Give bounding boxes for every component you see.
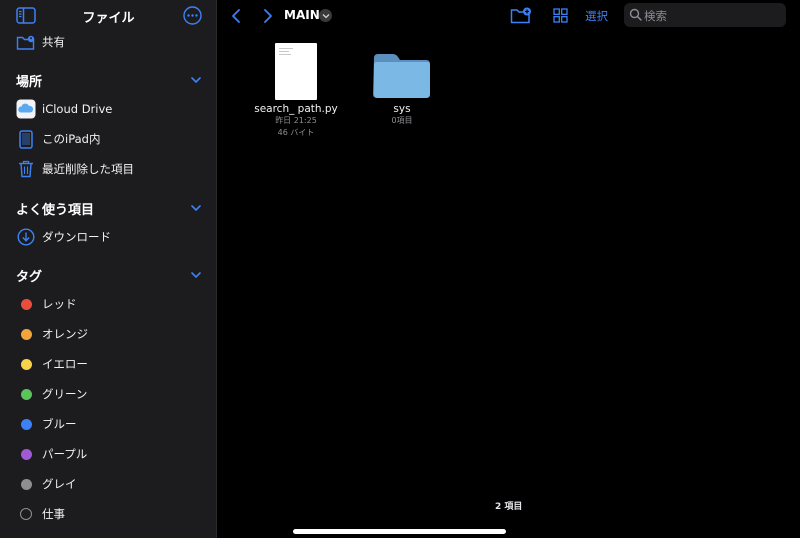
sidebar-item-label: 最近削除した項目 bbox=[42, 162, 134, 176]
back-chevron-icon[interactable] bbox=[230, 8, 242, 24]
sidebar-tag-gray[interactable]: グレイ bbox=[0, 471, 217, 497]
sidebar-item-downloads[interactable]: ダウンロード bbox=[0, 224, 217, 250]
sidebar-item-label: ダウンロード bbox=[42, 230, 111, 244]
sidebar-item-recently-deleted[interactable]: 最近削除した項目 bbox=[0, 156, 217, 182]
breadcrumb-title[interactable]: MAIN bbox=[284, 8, 320, 22]
home-indicator[interactable] bbox=[293, 529, 506, 534]
tag-empty-circle-icon bbox=[16, 504, 36, 524]
sidebar-item-label: レッド bbox=[42, 297, 77, 311]
tag-dot-icon bbox=[16, 414, 36, 434]
sidebar-tag-red[interactable]: レッド bbox=[0, 291, 217, 317]
sidebar: ファイル 共有 場所 iCloud Drive このiPad内 最近削除した項目… bbox=[0, 0, 217, 538]
toolbar: MAIN 選択 検索 bbox=[218, 0, 800, 32]
tag-dot-icon bbox=[16, 294, 36, 314]
select-button[interactable]: 選択 bbox=[585, 8, 608, 24]
search-field[interactable]: 検索 bbox=[624, 3, 786, 27]
file-size: 46 バイト bbox=[277, 128, 315, 137]
sidebar-item-label: iCloud Drive bbox=[42, 102, 113, 116]
icloud-drive-icon bbox=[16, 99, 36, 119]
sidebar-item-label: オレンジ bbox=[42, 327, 88, 341]
trash-icon bbox=[16, 159, 36, 179]
tag-dot-icon bbox=[16, 354, 36, 374]
sidebar-tag-orange[interactable]: オレンジ bbox=[0, 321, 217, 347]
sidebar-tag-yellow[interactable]: イエロー bbox=[0, 351, 217, 377]
file-date: 昨日 21:25 bbox=[275, 116, 317, 125]
folder-item-count: 0項目 bbox=[391, 116, 413, 125]
chevron-down-icon[interactable] bbox=[190, 75, 202, 85]
forward-chevron-icon[interactable] bbox=[262, 8, 274, 24]
sidebar-item-label: イエロー bbox=[42, 357, 88, 371]
chevron-down-icon[interactable] bbox=[190, 203, 202, 213]
sidebar-item-label: このiPad内 bbox=[42, 132, 101, 146]
sidebar-item-shared[interactable]: 共有 bbox=[0, 29, 217, 55]
sidebar-item-label: パープル bbox=[42, 447, 88, 461]
sidebar-header: ファイル bbox=[0, 0, 217, 32]
sidebar-item-icloud-drive[interactable]: iCloud Drive bbox=[0, 96, 217, 122]
more-options-icon[interactable] bbox=[183, 6, 202, 25]
chevron-down-icon[interactable] bbox=[190, 270, 202, 280]
sidebar-item-on-ipad[interactable]: このiPad内 bbox=[0, 126, 217, 152]
sidebar-item-label: 仕事 bbox=[42, 507, 65, 521]
search-icon bbox=[629, 8, 642, 21]
search-placeholder: 検索 bbox=[644, 9, 667, 23]
ipad-icon bbox=[16, 129, 36, 149]
sidebar-item-label: グリーン bbox=[42, 387, 88, 401]
file-item-search-path[interactable]: search_ path.py 昨日 21:25 46 バイト bbox=[246, 103, 346, 139]
sidebar-item-label: 共有 bbox=[42, 35, 65, 49]
folder-icon[interactable] bbox=[373, 53, 431, 99]
tag-dot-icon bbox=[16, 324, 36, 344]
breadcrumb-menu-button[interactable] bbox=[319, 9, 332, 22]
grid-view-icon[interactable] bbox=[553, 8, 568, 23]
folder-item-sys[interactable]: sys 0項目 bbox=[352, 103, 452, 127]
download-icon bbox=[16, 227, 36, 247]
sidebar-tag-blue[interactable]: ブルー bbox=[0, 411, 217, 437]
tag-dot-icon bbox=[16, 474, 36, 494]
tag-dot-icon bbox=[16, 384, 36, 404]
file-name: search_ path.py bbox=[254, 103, 338, 115]
sidebar-item-label: グレイ bbox=[42, 477, 77, 491]
sidebar-item-label: ブルー bbox=[42, 417, 77, 431]
section-title-locations: 場所 bbox=[16, 75, 43, 90]
chevron-down-icon bbox=[322, 13, 329, 18]
shared-folder-icon bbox=[16, 32, 36, 52]
section-title-tags: タグ bbox=[16, 270, 43, 285]
python-file-icon[interactable] bbox=[275, 43, 317, 100]
sidebar-tag-purple[interactable]: パープル bbox=[0, 441, 217, 467]
folder-name: sys bbox=[393, 103, 411, 115]
sidebar-tag-work[interactable]: 仕事 bbox=[0, 501, 217, 527]
item-count-label: 2 項目 bbox=[495, 502, 523, 512]
tag-dot-icon bbox=[16, 444, 36, 464]
section-title-favorites: よく使う項目 bbox=[16, 203, 95, 218]
new-folder-icon[interactable] bbox=[510, 7, 532, 24]
sidebar-tag-green[interactable]: グリーン bbox=[0, 381, 217, 407]
